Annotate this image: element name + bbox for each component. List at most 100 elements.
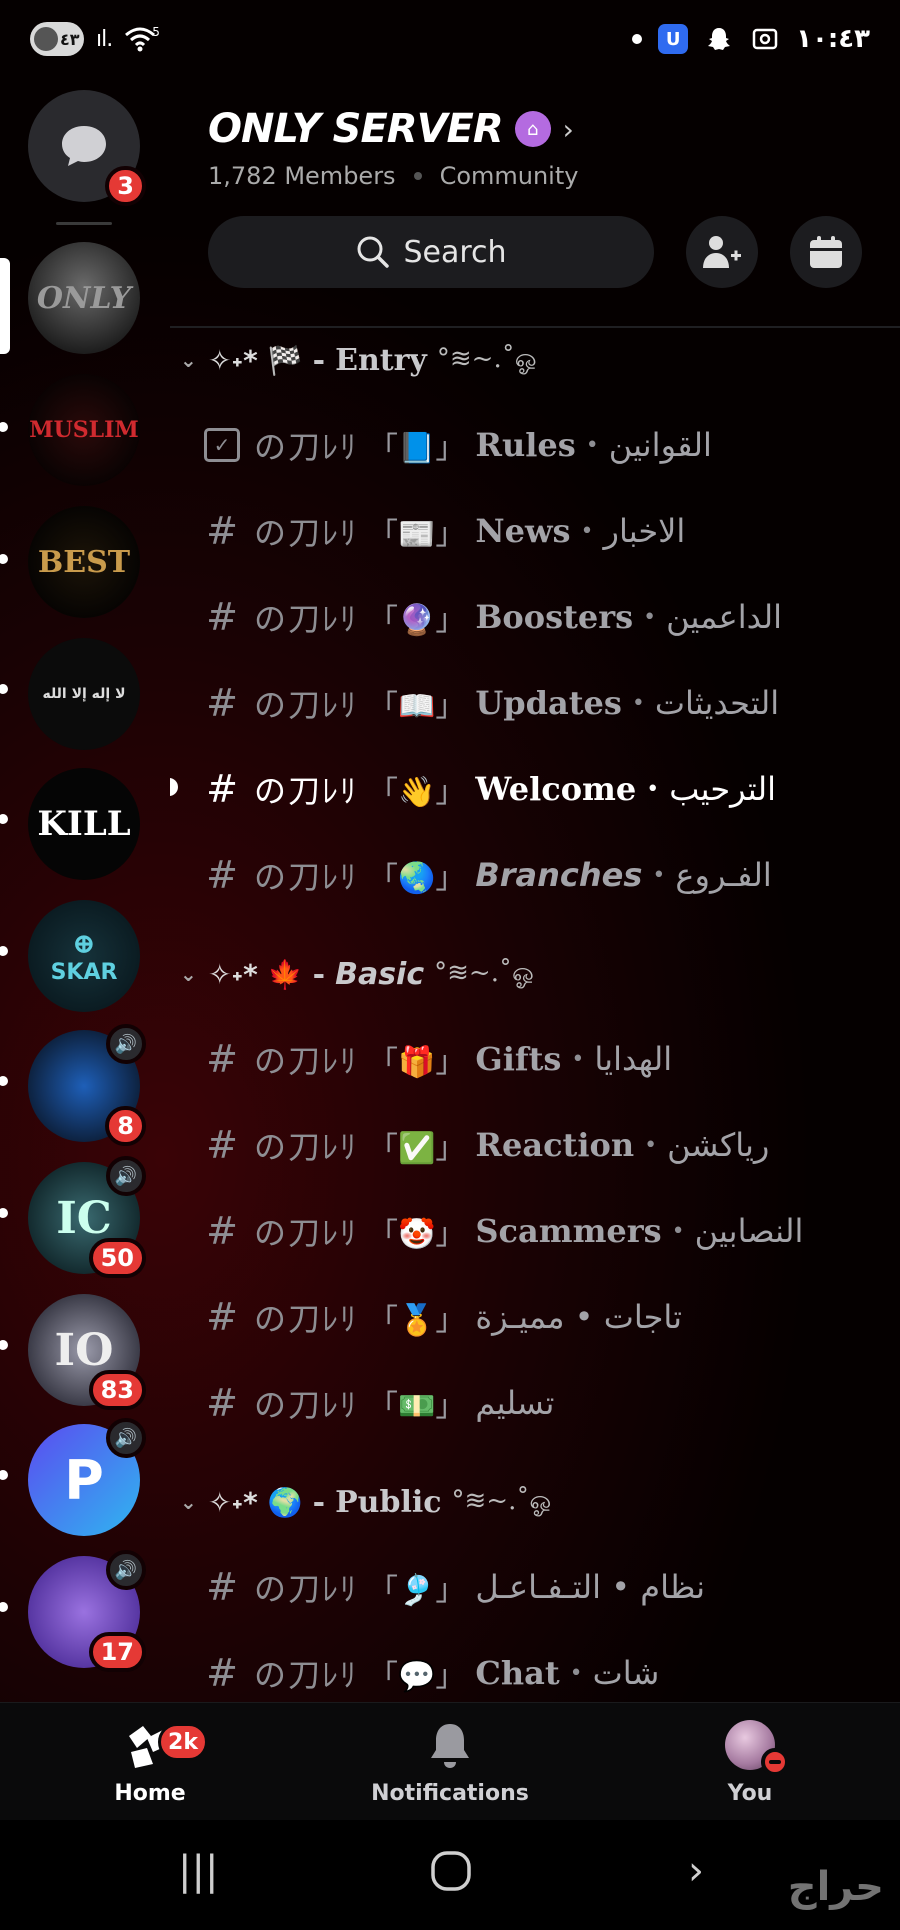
text-channel-icon: # bbox=[206, 1209, 238, 1253]
server-skar[interactable]: ⊕ SKAR bbox=[28, 900, 140, 1012]
text-channel-icon: # bbox=[206, 681, 238, 725]
system-navigation-bar: ||| › حراج bbox=[0, 1820, 900, 1930]
battery-text: ٤٣ bbox=[60, 29, 80, 49]
nav-home[interactable]: 2k Home bbox=[50, 1717, 250, 1806]
avatar bbox=[725, 1720, 789, 1776]
bottom-navigation: 2k Home Notifications You bbox=[0, 1702, 900, 1820]
category-label: Public bbox=[335, 1484, 442, 1520]
server-only[interactable]: ONLY bbox=[28, 242, 140, 354]
locked-channel-icon: # bbox=[206, 1565, 238, 1609]
recents-icon[interactable]: ||| bbox=[178, 1848, 218, 1894]
chevron-down-icon: ⌄ bbox=[180, 962, 197, 986]
unread-channel-indicator bbox=[170, 778, 178, 796]
community-label: Community bbox=[439, 162, 579, 190]
nav-notifications-label: Notifications bbox=[371, 1781, 529, 1806]
chevron-down-icon: ⌄ bbox=[180, 1490, 197, 1514]
home-circle-icon[interactable] bbox=[430, 1850, 472, 1902]
channel-rules[interactable]: ✓ の刀ﾚﾘ 「📘」 Rules • القوانين bbox=[200, 410, 890, 480]
status-bar: ٤٣ ıl. 5 U ١٠:٤٣ bbox=[0, 0, 900, 86]
events-button[interactable] bbox=[790, 216, 862, 288]
chevron-right-icon: › bbox=[562, 112, 574, 146]
direct-messages-button[interactable]: 3 bbox=[28, 90, 146, 206]
channel-boosters[interactable]: # の刀ﾚﾘ 「🔮」 Boosters • الداعمين bbox=[200, 582, 890, 652]
server-kill[interactable]: KILL bbox=[28, 768, 140, 880]
snapchat-icon bbox=[704, 24, 734, 54]
text-channel-icon: # bbox=[206, 853, 238, 897]
rules-channel-icon: ✓ bbox=[204, 428, 240, 462]
channel-badges[interactable]: # の刀ﾚﾘ 「🏅」 تاجات • مميـزة bbox=[200, 1282, 890, 1352]
discord-server-screen: ٤٣ ıl. 5 U ١٠:٤٣ 3 ONLY MUSLIM BEST لا إ… bbox=[0, 0, 900, 1930]
server-p-logo[interactable]: P 🔊 bbox=[28, 1418, 146, 1536]
voice-active-icon: 🔊 bbox=[106, 1550, 146, 1590]
text-channel-icon: # bbox=[206, 767, 238, 811]
nav-notifications[interactable]: Notifications bbox=[350, 1717, 550, 1806]
server-shahada[interactable]: لا إله إلا الله bbox=[28, 638, 140, 750]
watermark: حراج bbox=[787, 1864, 884, 1910]
voice-active-icon: 🔊 bbox=[106, 1024, 146, 1064]
category-public[interactable]: ⌄ ✧˖* 🌍 - Public °≋~.˚ஓ bbox=[180, 1474, 551, 1530]
channel-branches[interactable]: # の刀ﾚﾘ 「🌏」 Branches • الفـروع bbox=[200, 840, 890, 910]
server-muslim[interactable]: MUSLIM bbox=[28, 374, 140, 486]
server-unread-badge: 17 bbox=[88, 1632, 146, 1672]
server-subtitle: 1,782 Members Community bbox=[208, 162, 578, 190]
rail-separator bbox=[56, 222, 112, 225]
search-label: Search bbox=[403, 234, 507, 270]
server-rail: 3 ONLY MUSLIM BEST لا إله إلا الله KILL … bbox=[0, 86, 170, 1701]
community-boost-icon: ⌂ bbox=[514, 111, 551, 147]
server-unread-badge: 50 bbox=[88, 1238, 146, 1278]
text-channel-icon: # bbox=[206, 595, 238, 639]
battery-pill: ٤٣ bbox=[30, 22, 84, 56]
category-label: Basic bbox=[335, 956, 425, 992]
channel-reaction[interactable]: # の刀ﾚﾘ 「✅」 Reaction • رياكشن bbox=[200, 1110, 890, 1180]
channel-updates[interactable]: # の刀ﾚﾘ 「📖」 Updates • التحديثات bbox=[200, 668, 890, 738]
sparkle-icon: ✧˖* bbox=[208, 957, 258, 991]
wifi-label: 5 bbox=[152, 25, 160, 39]
status-time: ١٠:٤٣ bbox=[796, 24, 870, 54]
search-button[interactable]: Search bbox=[208, 216, 654, 288]
server-purple-calligraphy[interactable]: 🔊 17 bbox=[28, 1550, 146, 1672]
nav-you-label: You bbox=[727, 1781, 773, 1806]
text-channel-icon: # bbox=[206, 1381, 238, 1425]
home-unread-badge: 2k bbox=[158, 1723, 208, 1761]
server-unread-badge: 83 bbox=[88, 1370, 146, 1410]
channel-scammers[interactable]: # の刀ﾚﾘ 「🤡」 Scammers • النصابين bbox=[200, 1196, 890, 1266]
channel-delivery[interactable]: # の刀ﾚﾘ 「💵」 تسليم bbox=[200, 1368, 890, 1438]
selected-server-indicator bbox=[0, 258, 10, 354]
bell-icon bbox=[431, 1724, 469, 1768]
search-icon bbox=[357, 236, 390, 268]
text-channel-icon: # bbox=[206, 1123, 238, 1167]
calendar-icon bbox=[810, 236, 842, 268]
server-io[interactable]: IO 83 bbox=[28, 1294, 146, 1410]
wifi-icon: 5 bbox=[124, 25, 160, 53]
voice-active-icon: 🔊 bbox=[106, 1418, 146, 1458]
cart-icon: ⊕ bbox=[72, 927, 96, 960]
server-header[interactable]: ONLY SERVER ⌂ › bbox=[208, 106, 574, 152]
channel-list: ⌄ ✧˖* 🏁 - Entry °≋~.˚ஓ ✓ の刀ﾚﾘ 「📘」 Rules … bbox=[170, 330, 900, 1700]
sparkle-icon: ✧˖* bbox=[208, 1485, 258, 1519]
nav-you[interactable]: You bbox=[650, 1717, 850, 1806]
invite-members-button[interactable] bbox=[686, 216, 758, 288]
channel-news[interactable]: # の刀ﾚﾘ 「📰」 News • الاخبار bbox=[200, 496, 890, 566]
channel-welcome[interactable]: # の刀ﾚﾘ 「👋」 Welcome • الترحيب bbox=[200, 754, 890, 824]
category-label: Entry bbox=[335, 342, 427, 378]
category-entry[interactable]: ⌄ ✧˖* 🏁 - Entry °≋~.˚ஓ bbox=[180, 332, 537, 388]
dm-unread-badge: 3 bbox=[105, 166, 146, 206]
back-icon[interactable]: › bbox=[688, 1848, 704, 1894]
signal-icon: ıl. bbox=[96, 26, 113, 52]
member-count: 1,782 Members bbox=[208, 162, 396, 190]
server-best[interactable]: BEST bbox=[28, 506, 140, 618]
text-channel-icon: # bbox=[206, 1037, 238, 1081]
sparkle-icon: ✧˖* bbox=[208, 343, 258, 377]
voice-active-icon: 🔊 bbox=[106, 1156, 146, 1196]
screenshot-icon bbox=[750, 24, 780, 54]
nav-home-label: Home bbox=[114, 1781, 186, 1806]
channel-gifts[interactable]: # の刀ﾚﾘ 「🎁」 Gifts • الهدايا bbox=[200, 1024, 890, 1094]
text-channel-icon: # bbox=[206, 1651, 238, 1695]
server-blue-logo[interactable]: 🔊 8 bbox=[28, 1024, 146, 1146]
do-not-disturb-icon bbox=[761, 1748, 789, 1776]
channel-system[interactable]: # の刀ﾚﾘ 「🎐」 نظام • التـفـاعـل bbox=[200, 1552, 890, 1622]
category-basic[interactable]: ⌄ ✧˖* 🍁 - Basic °≋~.˚ஓ bbox=[180, 946, 534, 1002]
text-channel-icon: # bbox=[206, 509, 238, 553]
server-ic[interactable]: IC 🔊 50 bbox=[28, 1156, 146, 1278]
channel-chat[interactable]: # の刀ﾚﾘ 「💬」 Chat • شات bbox=[200, 1638, 890, 1700]
